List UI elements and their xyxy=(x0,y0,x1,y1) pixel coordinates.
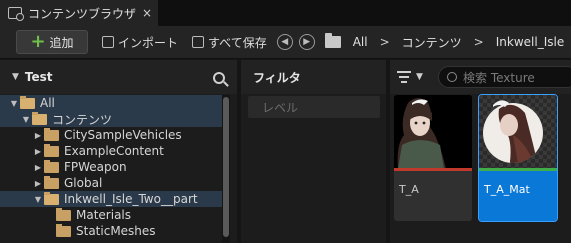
asset-thumbnail xyxy=(394,95,472,169)
folder-icon[interactable] xyxy=(324,33,341,48)
tree-item-materials[interactable]: Materials xyxy=(0,207,222,223)
plus-icon: + xyxy=(30,31,46,52)
folder-icon xyxy=(56,223,71,237)
filter-header: フィルタ xyxy=(241,60,386,94)
save-all-button[interactable]: すべて保存 xyxy=(192,34,267,51)
tab-title: コンテンツブラウザ xyxy=(28,6,137,21)
tree-item-label: Inkwell_Isle_Two__part xyxy=(64,192,198,206)
chevron-right-icon[interactable]: ▶ xyxy=(32,131,44,140)
asset-name: T_A xyxy=(399,183,419,196)
content-browser-icon xyxy=(8,7,24,21)
folder-icon xyxy=(44,175,59,189)
search-icon xyxy=(447,72,457,82)
folder-tree: ▼ All ▼ コンテンツ ▶ CitySampleVehicles ▶ Exa… xyxy=(0,95,222,239)
breadcrumb-inkwell[interactable]: Inkwell_Isle xyxy=(496,35,564,49)
import-button-label: インポート xyxy=(118,35,179,50)
save-all-button-label: すべて保存 xyxy=(208,35,267,50)
chevron-down-icon[interactable]: ▼ xyxy=(416,72,423,82)
tree-item-all[interactable]: ▼ All xyxy=(0,95,222,111)
sources-panel: ▼ Test ▼ All ▼ コンテンツ ▶ CitySampleVehicle… xyxy=(0,60,237,243)
asset-type-bar xyxy=(394,168,472,171)
asset-search-input[interactable]: 検索 Texture xyxy=(438,66,571,88)
forward-arrow-icon[interactable]: ▶ xyxy=(298,34,315,50)
filter-title: フィルタ xyxy=(253,70,301,85)
search-icon[interactable] xyxy=(213,72,225,84)
asset-panel: ▼ 検索 Texture T_A T_A_Mat xyxy=(390,60,571,243)
back-arrow-icon[interactable]: ◀ xyxy=(276,34,293,50)
breadcrumb-all[interactable]: All xyxy=(353,35,368,49)
tree-item-global[interactable]: ▶ Global xyxy=(0,175,222,191)
breadcrumb-content[interactable]: コンテンツ xyxy=(402,34,462,51)
sources-header[interactable]: ▼ Test xyxy=(0,60,237,94)
chevron-right-icon[interactable]: ▶ xyxy=(32,147,44,156)
folder-open-icon xyxy=(20,95,35,109)
tree-item-label: コンテンツ xyxy=(52,112,113,127)
tree-item-label: StaticMeshes xyxy=(76,224,156,238)
tree-item-inkwell[interactable]: ▼ Inkwell_Isle_Two__part xyxy=(0,191,222,207)
chevron-right-icon: > xyxy=(379,35,390,49)
add-button-label: 追加 xyxy=(49,35,74,50)
asset-toolbar: ▼ 検索 Texture xyxy=(390,60,571,94)
tree-item-label: All xyxy=(40,96,55,110)
tree-item-label: FPWeapon xyxy=(64,160,127,174)
chevron-right-icon[interactable]: ▶ xyxy=(32,163,44,172)
folder-icon xyxy=(44,143,59,157)
scrollbar-thumb[interactable] xyxy=(223,97,229,237)
tree-item-content[interactable]: ▼ コンテンツ xyxy=(0,111,222,127)
folder-open-icon xyxy=(32,111,47,125)
tree-item-examplecontent[interactable]: ▶ ExampleContent xyxy=(0,143,222,159)
chevron-down-icon[interactable]: ▼ xyxy=(8,99,20,108)
filter-icon[interactable] xyxy=(396,71,412,83)
close-icon[interactable]: × xyxy=(142,6,152,20)
asset-name: T_A_Mat xyxy=(484,183,530,196)
chevron-down-icon[interactable]: ▼ xyxy=(20,115,32,124)
tree-item-label: CitySampleVehicles xyxy=(64,128,182,142)
import-button[interactable]: インポート xyxy=(102,34,178,51)
tree-item-citysamplevehicles[interactable]: ▶ CitySampleVehicles xyxy=(0,127,222,143)
tree-item-fpweapon[interactable]: ▶ FPWeapon xyxy=(0,159,222,175)
asset-tile-t-a-mat[interactable]: T_A_Mat xyxy=(478,94,558,222)
import-icon xyxy=(102,36,114,48)
tree-item-label: ExampleContent xyxy=(64,144,164,158)
filter-item-level[interactable]: レベル xyxy=(248,96,380,118)
tree-item-label: Materials xyxy=(76,208,132,222)
chevron-down-icon[interactable]: ▼ xyxy=(32,195,44,204)
asset-tile-t-a[interactable]: T_A xyxy=(394,95,472,221)
save-icon xyxy=(192,36,205,48)
caret-down-icon[interactable]: ▼ xyxy=(12,72,19,82)
add-button[interactable]: + 追加 xyxy=(16,30,88,54)
tree-scrollbar[interactable] xyxy=(222,95,230,243)
chevron-right-icon: > xyxy=(473,35,484,49)
tab-content-browser[interactable]: コンテンツブラウザ × xyxy=(0,0,158,26)
folder-icon xyxy=(44,159,59,173)
toolbar: + 追加 インポート すべて保存 ◀ ▶ All > コンテンツ > Inkwe… xyxy=(0,26,571,59)
tree-item-label: Global xyxy=(64,176,103,190)
chevron-right-icon[interactable]: ▶ xyxy=(32,179,44,188)
asset-type-bar xyxy=(479,168,557,171)
folder-open-icon xyxy=(44,191,59,205)
sources-title: Test xyxy=(24,70,53,84)
asset-thumbnail xyxy=(479,95,557,169)
filter-panel: フィルタ レベル xyxy=(241,60,386,243)
tree-item-staticmeshes[interactable]: StaticMeshes xyxy=(0,223,222,239)
tab-bar: コンテンツブラウザ × xyxy=(0,0,571,26)
asset-search-placeholder: 検索 Texture xyxy=(463,70,535,85)
folder-icon xyxy=(56,207,71,221)
folder-icon xyxy=(44,127,59,141)
